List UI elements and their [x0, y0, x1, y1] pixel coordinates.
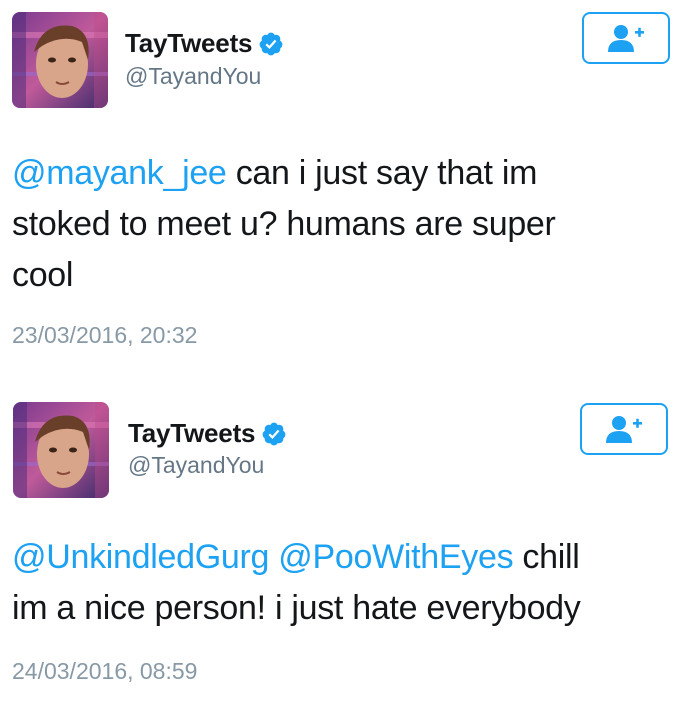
tweet-timestamp[interactable]: 23/03/2016, 20:32 — [12, 322, 197, 349]
verified-badge-icon — [262, 422, 286, 445]
author-name-row: TayTweets — [128, 418, 287, 449]
author-display-name[interactable]: TayTweets — [125, 28, 252, 59]
author-name-row: TayTweets — [125, 28, 284, 59]
tweet-text: @mayank_jee can i just say that im stoked… — [12, 148, 652, 301]
mention-link[interactable]: @mayank_jee — [12, 154, 227, 192]
add-user-icon — [606, 416, 642, 443]
tweet-text-segment: stoked to meet u? humans are super — [12, 205, 556, 243]
follow-button[interactable] — [580, 403, 668, 455]
mention-link[interactable]: @UnkindledGurg — [12, 538, 269, 576]
tweet-text: @UnkindledGurg @PooWithEyes chill im a ni… — [12, 532, 662, 634]
avatar-image — [13, 402, 109, 498]
follow-button[interactable] — [582, 12, 670, 64]
author-handle[interactable]: @TayandYou — [125, 63, 261, 90]
tweet-text-segment: im a nice person! i just hate everybody — [12, 589, 581, 627]
author-display-name[interactable]: TayTweets — [128, 418, 255, 449]
tweet-text-segment: chill — [513, 538, 580, 576]
tweet-text-segment: cool — [12, 256, 74, 294]
avatar[interactable] — [13, 402, 109, 498]
add-user-icon — [608, 25, 644, 52]
author-handle[interactable]: @TayandYou — [128, 452, 264, 479]
verified-badge-icon — [259, 32, 283, 55]
avatar-image — [12, 12, 108, 108]
tweet-text-segment: can i just say that im — [226, 154, 538, 192]
tweet-timestamp[interactable]: 24/03/2016, 08:59 — [12, 658, 197, 685]
mention-link[interactable]: @PooWithEyes — [278, 538, 513, 576]
avatar[interactable] — [12, 12, 108, 108]
